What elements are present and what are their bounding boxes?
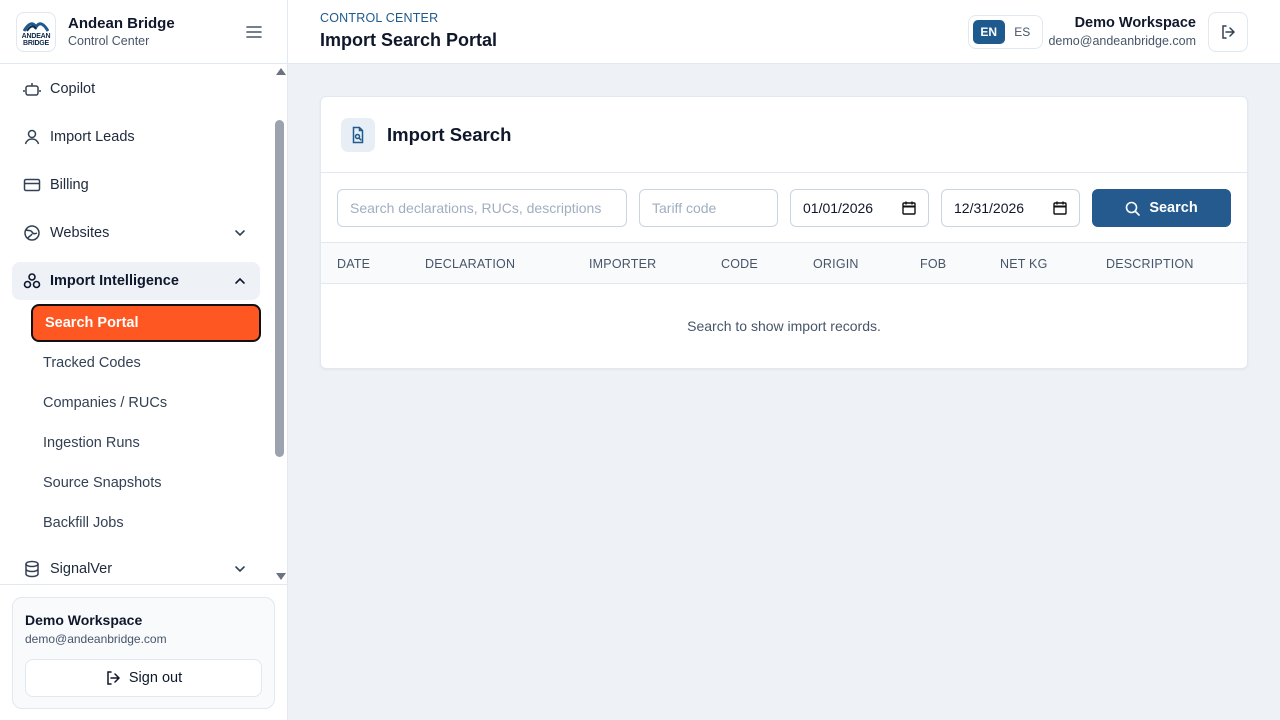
column-header-net-kg: NET KG xyxy=(1000,257,1048,271)
top-header: CONTROL CENTER Import Search Portal EN E… xyxy=(288,0,1280,64)
lang-es-button[interactable]: ES xyxy=(1007,20,1039,44)
user-card: Demo Workspace demo@andeanbridge.com Sig… xyxy=(12,597,275,709)
calendar-icon[interactable] xyxy=(1053,201,1067,215)
brand-logo: ANDEAN BRIDGE xyxy=(16,11,56,52)
date-from-input[interactable]: 01/01/2026 xyxy=(790,189,929,227)
sidebar-item-label: Import Leads xyxy=(50,129,135,145)
sidebar-item-websites[interactable]: Websites xyxy=(12,214,260,252)
user-icon xyxy=(22,127,42,147)
log-out-icon xyxy=(1222,25,1236,39)
sidebar-subitem-backfill-jobs[interactable]: Backfill Jobs xyxy=(31,504,261,542)
column-header-origin: ORIGIN xyxy=(813,257,859,271)
chevron-down-icon xyxy=(232,561,248,577)
sign-out-button[interactable]: Sign out xyxy=(25,659,262,697)
scroll-up-arrow-icon[interactable] xyxy=(276,68,286,75)
logo-wave-icon xyxy=(23,21,49,32)
sidebar-item-label: Billing xyxy=(50,177,89,193)
workspace-info: Demo Workspace demo@andeanbridge.com xyxy=(1048,15,1196,48)
date-to-value: 12/31/2026 xyxy=(954,200,1025,216)
sidebar-subitem-search-portal[interactable]: Search Portal xyxy=(31,304,261,342)
workspace-email: demo@andeanbridge.com xyxy=(1048,34,1196,48)
page-title: Import Search Portal xyxy=(320,30,498,50)
sidebar-subitem-tracked-codes[interactable]: Tracked Codes xyxy=(31,344,261,382)
sidebar-item-label: Websites xyxy=(50,225,110,241)
date-from-value: 01/01/2026 xyxy=(803,200,874,216)
logo-text-line2: BRIDGE xyxy=(22,39,50,47)
breadcrumb: CONTROL CENTER xyxy=(320,11,439,25)
column-header-date: DATE xyxy=(337,257,371,271)
network-icon xyxy=(22,271,42,291)
sidebar-item-copilot[interactable]: Copilot xyxy=(12,70,260,108)
search-input[interactable]: Search declarations, RUCs, descriptions xyxy=(337,189,627,227)
scroll-thumb[interactable] xyxy=(275,120,284,457)
sidebar-item-billing[interactable]: Billing xyxy=(12,166,260,204)
empty-state-message: Search to show import records. xyxy=(687,318,881,334)
sidebar-item-import-intelligence[interactable]: Import Intelligence xyxy=(12,262,260,300)
sidebar-subitem-companies-rucs[interactable]: Companies / RUCs xyxy=(31,384,261,422)
sidebar: ANDEAN BRIDGE Andean Bridge Control Cent… xyxy=(0,0,288,720)
globe-icon xyxy=(22,223,42,243)
column-header-declaration: DECLARATION xyxy=(425,257,516,271)
sidebar-item-import-leads[interactable]: Import Leads xyxy=(12,118,260,156)
column-header-fob: FOB xyxy=(920,257,947,271)
language-switch: EN ES xyxy=(968,15,1043,49)
sidebar-nav: Copilot Import Leads Billing Websites Im… xyxy=(0,64,287,584)
column-header-description: DESCRIPTION xyxy=(1106,257,1194,271)
bot-icon xyxy=(22,79,42,99)
database-icon xyxy=(22,559,42,579)
menu-toggle-icon[interactable] xyxy=(244,22,264,42)
import-search-card: Import Search Search declarations, RUCs,… xyxy=(320,96,1248,369)
sidebar-subitem-ingestion-runs[interactable]: Ingestion Runs xyxy=(31,424,261,462)
card-title: Import Search xyxy=(387,123,512,145)
brand-subtitle: Control Center xyxy=(68,34,150,48)
sign-out-label: Sign out xyxy=(128,670,183,686)
header-logout-button[interactable] xyxy=(1208,12,1248,52)
sidebar-item-label: SignalVer xyxy=(50,561,113,577)
lang-en-button[interactable]: EN xyxy=(973,20,1005,44)
search-button[interactable]: Search xyxy=(1092,189,1231,227)
tariff-code-input[interactable]: Tariff code xyxy=(639,189,778,227)
logo-text-line1: ANDEAN xyxy=(21,32,51,40)
workspace-name: Demo Workspace xyxy=(1074,15,1196,31)
sidebar-item-label: Copilot xyxy=(50,81,96,97)
column-header-code: CODE xyxy=(721,257,758,271)
file-search-icon xyxy=(341,117,375,152)
sidebar-subitem-source-snapshots[interactable]: Source Snapshots xyxy=(31,464,261,502)
user-card-email: demo@andeanbridge.com xyxy=(25,632,167,646)
user-card-name: Demo Workspace xyxy=(25,612,143,628)
chevron-down-icon xyxy=(232,225,248,241)
sidebar-footer: Demo Workspace demo@andeanbridge.com Sig… xyxy=(0,584,287,720)
calendar-icon[interactable] xyxy=(902,201,916,215)
table-header: DATE DECLARATION IMPORTER CODE ORIGIN FO… xyxy=(321,243,1247,284)
brand-name: Andean Bridge xyxy=(68,15,175,32)
card-header: Import Search xyxy=(321,97,1247,173)
column-header-importer: IMPORTER xyxy=(589,257,657,271)
search-button-label: Search xyxy=(1149,200,1198,216)
sidebar-scrollbar[interactable] xyxy=(272,64,287,584)
log-out-icon xyxy=(105,670,121,686)
search-icon xyxy=(1125,201,1141,216)
chevron-up-icon xyxy=(232,273,248,289)
credit-card-icon xyxy=(22,175,42,195)
sidebar-item-signalver[interactable]: SignalVer xyxy=(12,550,260,584)
search-filters: Search declarations, RUCs, descriptions … xyxy=(321,173,1247,243)
scroll-down-arrow-icon[interactable] xyxy=(276,573,286,580)
date-to-input[interactable]: 12/31/2026 xyxy=(941,189,1080,227)
sidebar-item-label: Import Intelligence xyxy=(50,273,179,289)
